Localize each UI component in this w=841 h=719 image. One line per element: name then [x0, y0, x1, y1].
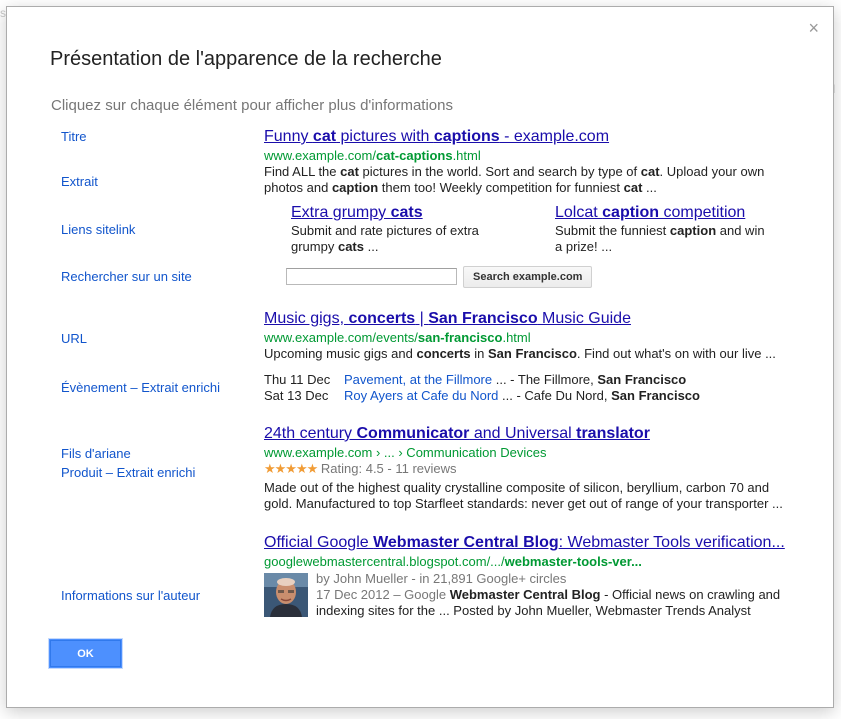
label-titre[interactable]: Titre [61, 129, 87, 144]
label-product[interactable]: Produit – Extrait enrichi [61, 465, 195, 480]
site-search-input[interactable] [286, 268, 457, 285]
label-event[interactable]: Évènement – Extrait enrichi [61, 380, 220, 395]
author-avatar [264, 573, 308, 617]
sitelink-1: Extra grumpy cats Submit and rate pictur… [291, 203, 481, 255]
sitelink-desc: Submit the funniest caption and win a pr… [555, 223, 765, 254]
result-title[interactable]: 24th century Communicator and Universal … [264, 424, 794, 444]
close-icon[interactable]: × [808, 19, 819, 37]
search-result-2: Music gigs, concerts | San Francisco Mus… [264, 309, 794, 362]
rating-text: Rating: 4.5 - 11 reviews [320, 461, 457, 476]
label-breadcrumbs[interactable]: Fils d'ariane [61, 446, 131, 461]
sitelink-title[interactable]: Lolcat caption competition [555, 203, 770, 223]
star-rating-icon: ★★★★★ [264, 461, 318, 476]
sitelink-title[interactable]: Extra grumpy cats [291, 203, 481, 223]
ok-button[interactable]: OK [50, 640, 121, 667]
result-url: googlewebmastercentral.blogspot.com/.../… [264, 554, 642, 569]
author-photo-icon [264, 573, 308, 617]
result-title[interactable]: Official Google Webmaster Central Blog: … [264, 533, 804, 553]
label-sitelinks[interactable]: Liens sitelink [61, 222, 135, 237]
site-search-button[interactable]: Search example.com [463, 266, 593, 288]
result-url: www.example.com/cat-captions.html [264, 148, 481, 163]
search-result-4: Official Google Webmaster Central Blog: … [264, 533, 804, 570]
event-row: Sat 13 Dec Roy Ayers at Cafe du Nord ... … [264, 388, 700, 403]
event-link[interactable]: Pavement, at the Fillmore [344, 372, 492, 387]
result-title[interactable]: Funny cat pictures with captions - examp… [264, 127, 794, 147]
dialog-title: Présentation de l'apparence de la recher… [50, 48, 442, 70]
sitelink-desc: Submit and rate pictures of extra grumpy… [291, 223, 479, 254]
event-link[interactable]: Roy Ayers at Cafe du Nord [344, 388, 498, 403]
result-snippet: Upcoming music gigs and concerts in San … [264, 346, 776, 361]
label-author[interactable]: Informations sur l'auteur [61, 588, 200, 603]
breadcrumb: www.example.com › ... › Communication De… [264, 445, 547, 460]
dialog-subtitle: Cliquez sur chaque élément pour afficher… [51, 97, 453, 114]
search-appearance-dialog: × Présentation de l'apparence de la rech… [6, 6, 834, 708]
author-snippet-line: 17 Dec 2012 – Google Webmaster Central B… [316, 587, 781, 602]
event-row: Thu 11 Dec Pavement, at the Fillmore ... … [264, 372, 687, 387]
search-result-1: Funny cat pictures with captions - examp… [264, 127, 794, 196]
result-snippet: Made out of the highest quality crystall… [264, 480, 783, 511]
result-url: www.example.com/events/san-francisco.htm… [264, 330, 531, 345]
event-date: Thu 11 Dec [264, 372, 331, 387]
result-snippet: Find ALL the cat pictures in the world. … [264, 164, 765, 195]
event-date: Sat 13 Dec [264, 388, 329, 403]
author-snippet-line: indexing sites for the ... Posted by Joh… [316, 603, 751, 618]
search-result-3: 24th century Communicator and Universal … [264, 424, 794, 512]
rating-line: ★★★★★ Rating: 4.5 - 11 reviews [264, 461, 794, 477]
label-url[interactable]: URL [61, 331, 87, 346]
label-extrait[interactable]: Extrait [61, 174, 98, 189]
sitelink-2: Lolcat caption competition Submit the fu… [555, 203, 770, 255]
label-site-search[interactable]: Rechercher sur un site [61, 269, 192, 284]
result-title[interactable]: Music gigs, concerts | San Francisco Mus… [264, 309, 794, 329]
author-byline: by John Mueller - in 21,891 Google+ circ… [316, 571, 567, 586]
